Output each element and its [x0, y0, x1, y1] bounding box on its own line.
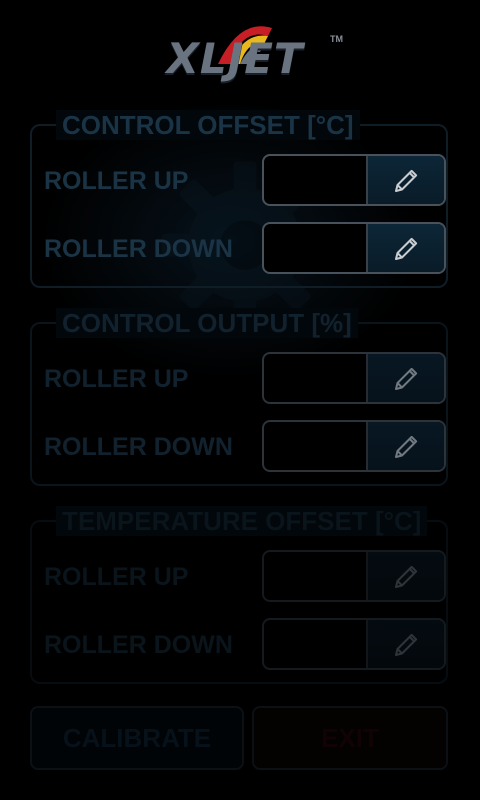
- exit-button[interactable]: EXIT: [252, 706, 448, 770]
- roller-up-row: ROLLER UP: [42, 154, 446, 206]
- pencil-icon: [395, 367, 418, 390]
- roller-down-row: ROLLER DOWN: [42, 420, 446, 472]
- edit-button[interactable]: [366, 224, 444, 272]
- logo-trademark: TM: [330, 34, 343, 44]
- roller-down-row: ROLLER DOWN: [42, 222, 446, 274]
- row-label: ROLLER UP: [44, 563, 189, 591]
- edit-button[interactable]: [366, 156, 444, 204]
- edit-button[interactable]: [366, 552, 444, 600]
- pencil-icon: [395, 633, 418, 656]
- roller-up-row: ROLLER UP: [42, 352, 446, 404]
- edit-button[interactable]: [366, 620, 444, 668]
- row-label: ROLLER UP: [44, 365, 189, 393]
- edit-button[interactable]: [366, 422, 444, 470]
- group-title: TEMPERATURE OFFSET [°C]: [56, 506, 428, 536]
- control-output-group: CONTROL OUTPUT [%] ROLLER UP ROLLER DOWN: [30, 308, 448, 486]
- control-offset-group: CONTROL OFFSET [°C] ROLLER UP ROLLER DOW…: [30, 110, 448, 288]
- logo-text: XLJET: [166, 34, 304, 83]
- group-title: CONTROL OUTPUT [%]: [56, 308, 358, 338]
- roller-up-field[interactable]: [262, 352, 446, 404]
- roller-up-field[interactable]: [262, 154, 446, 206]
- temperature-offset-group: TEMPERATURE OFFSET [°C] ROLLER UP ROLLER…: [30, 506, 448, 684]
- settings-screen: XLJET TM CONTROL OFFSET [°C] ROLLER UP R…: [0, 0, 480, 800]
- row-label: ROLLER DOWN: [44, 235, 233, 263]
- row-label: ROLLER DOWN: [44, 631, 233, 659]
- bottom-button-bar: CALIBRATE EXIT: [30, 706, 448, 772]
- pencil-icon: [395, 435, 418, 458]
- pencil-icon: [395, 565, 418, 588]
- edit-button[interactable]: [366, 354, 444, 402]
- roller-up-row: ROLLER UP: [42, 550, 446, 602]
- roller-down-field[interactable]: [262, 420, 446, 472]
- xljet-logo: XLJET TM: [130, 14, 350, 84]
- group-title: CONTROL OFFSET [°C]: [56, 110, 360, 140]
- row-label: ROLLER UP: [44, 167, 189, 195]
- roller-up-field[interactable]: [262, 550, 446, 602]
- pencil-icon: [395, 237, 418, 260]
- pencil-icon: [395, 169, 418, 192]
- roller-down-field[interactable]: [262, 618, 446, 670]
- roller-down-row: ROLLER DOWN: [42, 618, 446, 670]
- roller-down-field[interactable]: [262, 222, 446, 274]
- row-label: ROLLER DOWN: [44, 433, 233, 461]
- calibrate-button[interactable]: CALIBRATE: [30, 706, 244, 770]
